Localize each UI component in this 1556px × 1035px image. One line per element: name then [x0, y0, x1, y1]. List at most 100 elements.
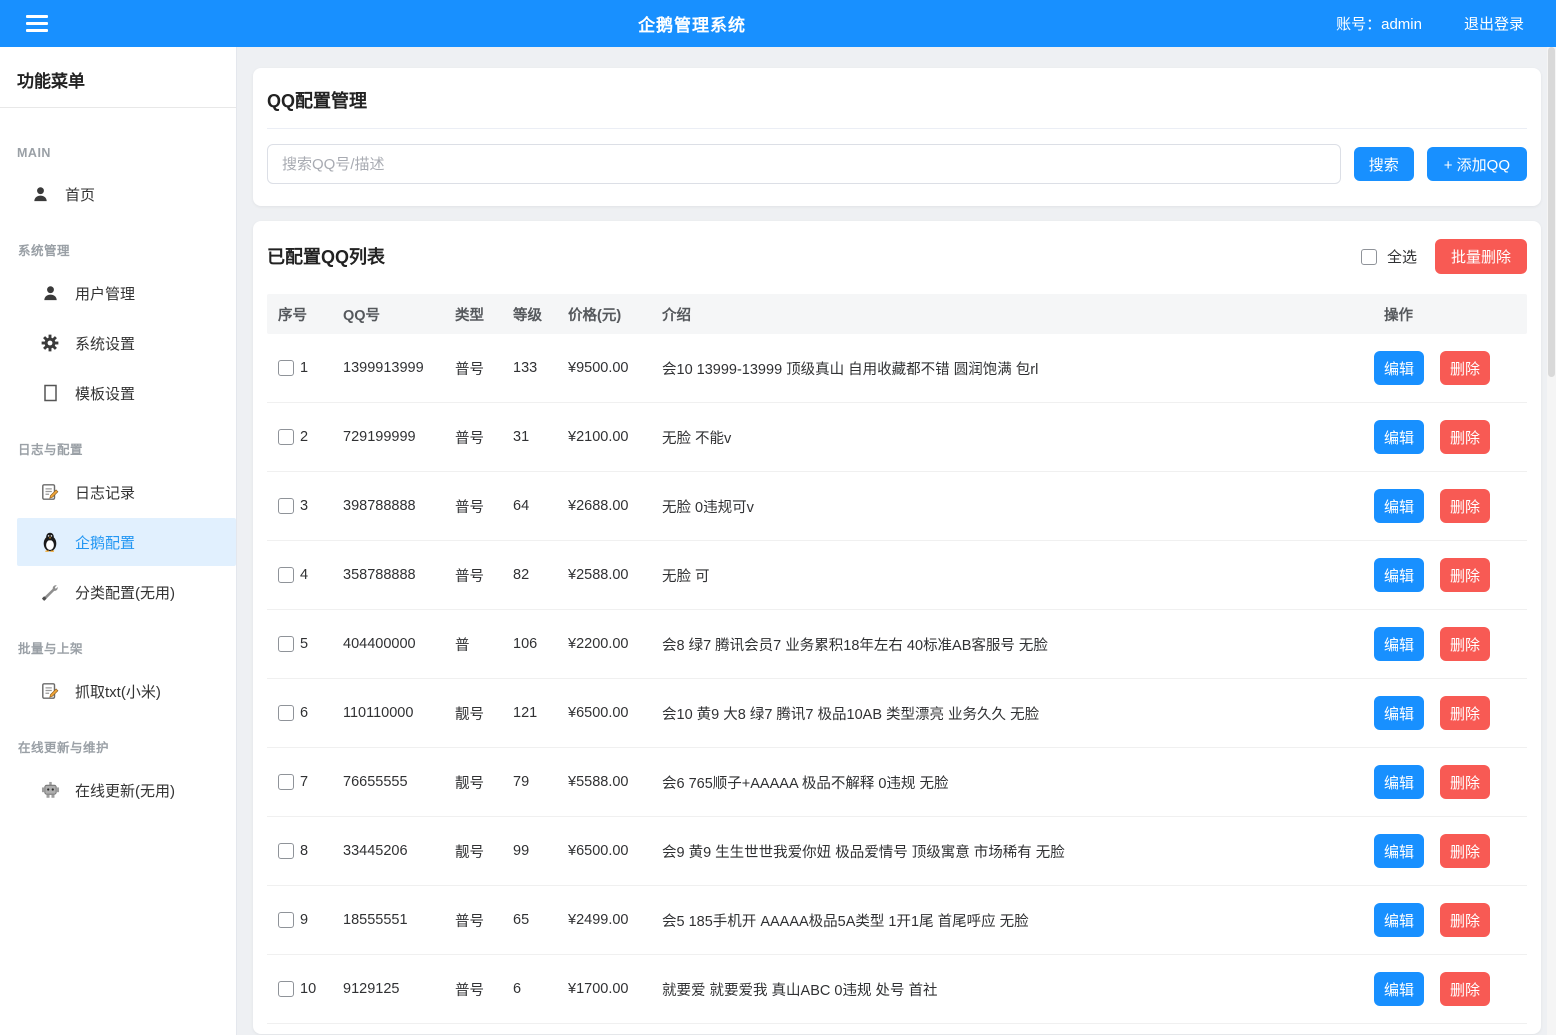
- row-price: ¥2200.00: [568, 636, 662, 652]
- edit-button[interactable]: 编辑: [1374, 351, 1424, 385]
- delete-button[interactable]: 删除: [1440, 903, 1490, 937]
- row-qq: 1399913999: [343, 360, 455, 376]
- qq-config-card: QQ配置管理 搜索 + 添加QQ: [253, 68, 1541, 206]
- delete-button[interactable]: 删除: [1440, 489, 1490, 523]
- section-label: 日志与配置: [0, 427, 236, 466]
- table-row: 3 398788888 普号 64 ¥2688.00 无脸 0违规可v 编辑删除: [267, 472, 1527, 541]
- row-price: ¥5588.00: [568, 774, 662, 790]
- sidebar-item-label: 系统设置: [75, 333, 135, 354]
- sidebar-item-label: 在线更新(无用): [75, 780, 175, 801]
- user-icon: [40, 284, 60, 303]
- delete-button[interactable]: 删除: [1440, 972, 1490, 1006]
- edit-button[interactable]: 编辑: [1374, 627, 1424, 661]
- row-level: 64: [513, 498, 568, 514]
- row-price: ¥2100.00: [568, 429, 662, 445]
- logout-link[interactable]: 退出登录: [1464, 13, 1524, 34]
- row-checkbox[interactable]: [278, 429, 294, 445]
- row-checkbox[interactable]: [278, 774, 294, 790]
- page-scrollbar[interactable]: [1547, 47, 1556, 1035]
- edit-button[interactable]: 编辑: [1374, 972, 1424, 1006]
- section-label: 批量与上架: [0, 626, 236, 665]
- table-header: 序号 QQ号 类型 等级 价格(元) 介绍 操作: [267, 294, 1527, 334]
- row-checkbox[interactable]: [278, 498, 294, 514]
- delete-button[interactable]: 删除: [1440, 696, 1490, 730]
- row-price: ¥6500.00: [568, 843, 662, 859]
- delete-button[interactable]: 删除: [1440, 420, 1490, 454]
- row-qq: 9129125: [343, 981, 455, 997]
- col-level: 等级: [513, 304, 568, 325]
- row-qq: 76655555: [343, 774, 455, 790]
- delete-button[interactable]: 删除: [1440, 834, 1490, 868]
- row-checkbox[interactable]: [278, 567, 294, 583]
- sidebar-item-system-settings[interactable]: 系统设置: [17, 319, 236, 367]
- col-type: 类型: [455, 304, 513, 325]
- sidebar-item-label: 首页: [65, 184, 95, 205]
- memo-icon: [40, 483, 60, 501]
- edit-button[interactable]: 编辑: [1374, 834, 1424, 868]
- row-level: 79: [513, 774, 568, 790]
- sidebar-item-user-management[interactable]: 用户管理: [17, 269, 236, 317]
- row-type: 普号: [455, 427, 513, 448]
- hamburger-icon[interactable]: [26, 15, 48, 32]
- sidebar-item-penguin-config[interactable]: 企鹅配置: [17, 518, 236, 566]
- row-price: ¥2499.00: [568, 912, 662, 928]
- row-checkbox[interactable]: [278, 843, 294, 859]
- row-level: 121: [513, 705, 568, 721]
- tools-icon: [40, 583, 60, 602]
- row-checkbox[interactable]: [278, 636, 294, 652]
- edit-button[interactable]: 编辑: [1374, 903, 1424, 937]
- qq-list-card: 已配置QQ列表 全选 批量删除 序号 QQ号 类型 等级 价格(元) 介绍 操作…: [253, 221, 1541, 1034]
- section-label: 系统管理: [0, 228, 236, 267]
- qq-table: 序号 QQ号 类型 等级 价格(元) 介绍 操作 1 1399913999 普号…: [267, 294, 1527, 1024]
- placeholder-glyph-icon: [40, 384, 60, 402]
- search-input[interactable]: [267, 144, 1341, 184]
- delete-button[interactable]: 删除: [1440, 558, 1490, 592]
- edit-button[interactable]: 编辑: [1374, 420, 1424, 454]
- sidebar-item-category-config[interactable]: 分类配置(无用): [17, 568, 236, 616]
- sidebar-item-log-records[interactable]: 日志记录: [17, 468, 236, 516]
- menu-section-update: 在线更新与维护 在线更新(无用): [0, 725, 236, 814]
- edit-button[interactable]: 编辑: [1374, 696, 1424, 730]
- section-label: 在线更新与维护: [0, 725, 236, 764]
- row-checkbox[interactable]: [278, 912, 294, 928]
- select-all-checkbox[interactable]: [1361, 249, 1377, 265]
- sidebar-item-template-settings[interactable]: 模板设置: [17, 369, 236, 417]
- batch-delete-button[interactable]: 批量删除: [1435, 239, 1527, 274]
- row-desc: 会5 185手机开 AAAAA极品5A类型 1开1尾 首尾呼应 无脸: [662, 910, 1360, 931]
- add-qq-button[interactable]: + 添加QQ: [1427, 147, 1527, 181]
- table-row: 7 76655555 靓号 79 ¥5588.00 会6 765顺子+AAAAA…: [267, 748, 1527, 817]
- sidebar-item-label: 企鹅配置: [75, 532, 135, 553]
- row-qq: 110110000: [343, 705, 455, 721]
- table-row: 5 404400000 普 106 ¥2200.00 会8 绿7 腾讯会员7 业…: [267, 610, 1527, 679]
- edit-button[interactable]: 编辑: [1374, 558, 1424, 592]
- delete-button[interactable]: 删除: [1440, 351, 1490, 385]
- sidebar-item-online-update[interactable]: 在线更新(无用): [17, 766, 236, 814]
- row-checkbox[interactable]: [278, 981, 294, 997]
- row-index: 8: [300, 843, 308, 859]
- row-index: 10: [300, 981, 316, 997]
- row-type: 靓号: [455, 841, 513, 862]
- delete-button[interactable]: 删除: [1440, 765, 1490, 799]
- row-index: 5: [300, 636, 308, 652]
- row-level: 65: [513, 912, 568, 928]
- row-qq: 398788888: [343, 498, 455, 514]
- edit-button[interactable]: 编辑: [1374, 765, 1424, 799]
- gear-icon: [40, 334, 60, 352]
- penguin-icon: [40, 532, 60, 552]
- scrollbar-thumb[interactable]: [1548, 47, 1555, 377]
- row-level: 106: [513, 636, 568, 652]
- row-type: 普号: [455, 565, 513, 586]
- row-price: ¥9500.00: [568, 360, 662, 376]
- delete-button[interactable]: 删除: [1440, 627, 1490, 661]
- row-checkbox[interactable]: [278, 705, 294, 721]
- col-actions: 操作: [1360, 304, 1527, 325]
- col-qq: QQ号: [343, 304, 455, 325]
- row-price: ¥2588.00: [568, 567, 662, 583]
- edit-button[interactable]: 编辑: [1374, 489, 1424, 523]
- row-qq: 18555551: [343, 912, 455, 928]
- user-icon: [30, 185, 50, 204]
- search-button[interactable]: 搜索: [1354, 147, 1414, 181]
- row-checkbox[interactable]: [278, 360, 294, 376]
- sidebar-item-home[interactable]: 首页: [17, 170, 236, 218]
- sidebar-item-grab-txt[interactable]: 抓取txt(小米): [17, 667, 236, 715]
